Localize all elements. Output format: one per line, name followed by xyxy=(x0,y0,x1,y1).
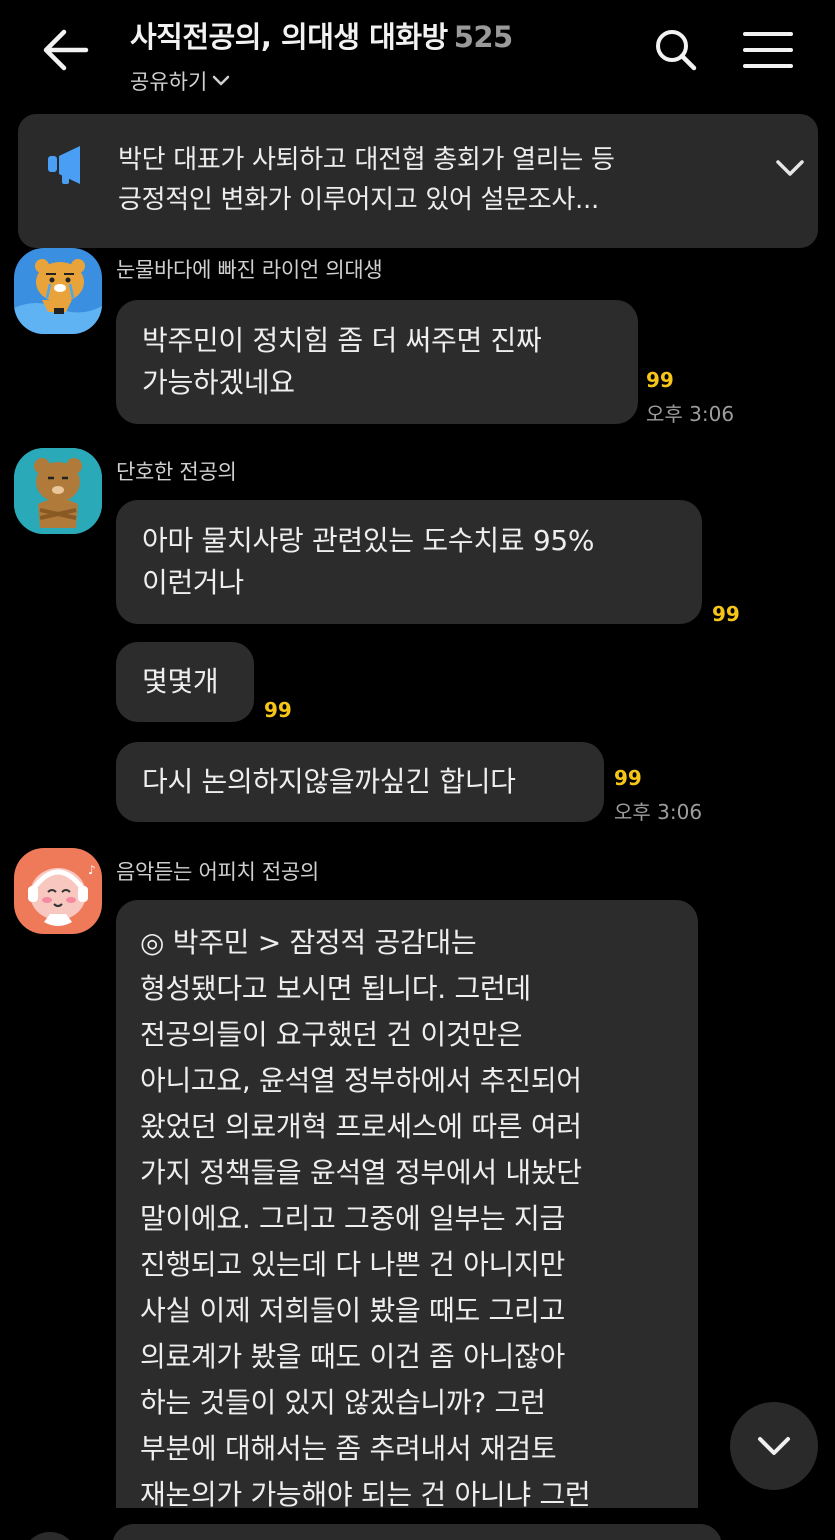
unread-count: 99 xyxy=(712,602,740,626)
message-text-line: 부분에 대해서는 좀 추려내서 재검토 xyxy=(140,1432,557,1465)
message-text-line: 진행되고 있는데 다 나쁜 건 아니지만 xyxy=(140,1248,565,1281)
input-bar xyxy=(0,1508,835,1540)
message-list[interactable]: 눈물바다에 빠진 라이언 의대생 박주민이 정치힘 좀 더 써주면 진짜 가능하… xyxy=(0,248,835,1508)
chat-title: 사직전공의, 의대생 대화방 525 xyxy=(130,14,513,56)
message-input[interactable] xyxy=(112,1524,722,1540)
chat-title-text: 사직전공의, 의대생 대화방 xyxy=(130,20,448,54)
sender-name: 단호한 전공의 xyxy=(116,460,237,484)
message-text-line: 이런거나 xyxy=(142,566,244,599)
avatar[interactable]: ♪ xyxy=(14,848,102,934)
avatar[interactable] xyxy=(14,448,102,534)
message-bubble[interactable]: 몇몇개 xyxy=(116,642,254,722)
ryan-avatar-icon xyxy=(14,248,102,334)
member-count: 525 xyxy=(453,20,514,54)
svg-text:♪: ♪ xyxy=(88,863,96,877)
sender-name: 음악듣는 어피치 전공의 xyxy=(116,860,319,884)
back-button[interactable] xyxy=(38,26,92,74)
message-text-line: 아마 물치사랑 관련있는 도수치료 95% xyxy=(142,524,595,557)
search-button[interactable] xyxy=(652,26,700,74)
hamburger-menu-icon xyxy=(743,32,793,68)
message-text: 몇몇개 xyxy=(142,665,219,698)
back-arrow-icon xyxy=(43,29,89,71)
share-label: 공유하기 xyxy=(130,70,208,94)
chevron-down-icon xyxy=(758,1437,790,1455)
share-dropdown[interactable]: 공유하기 xyxy=(130,66,513,96)
message-text-line: 가능하겠네요 xyxy=(142,366,295,399)
megaphone-icon xyxy=(48,146,80,184)
message-text-line: 왔었던 의료개혁 프로세스에 따른 여러 xyxy=(140,1110,582,1143)
unread-count: 99 xyxy=(614,766,642,790)
message-text-line: 말이에요. 그리고 그중에 일부는 지금 xyxy=(140,1202,565,1235)
notice-line: 박단 대표가 사퇴하고 대전협 총회가 열리는 등 xyxy=(118,145,615,175)
chat-title-area[interactable]: 사직전공의, 의대생 대화방 525 공유하기 xyxy=(130,14,513,96)
notice-banner[interactable]: 박단 대표가 사퇴하고 대전협 총회가 열리는 등 긍정적인 변화가 이루어지고… xyxy=(18,114,818,248)
message-text-line: 의료계가 봤을 때도 이건 좀 아니잖아 xyxy=(140,1340,565,1373)
message-text: 다시 논의하지않을까싶긴 합니다 xyxy=(142,765,516,798)
notice-text: 박단 대표가 사퇴하고 대전협 총회가 열리는 등 긍정적인 변화가 이루어지고… xyxy=(118,140,728,220)
message-text-line: 가지 정책들을 윤석열 정부에서 내놨단 xyxy=(140,1156,582,1189)
message-bubble[interactable]: ◎ 박주민 > 잠정적 공감대는 형성됐다고 보시면 됩니다. 그런데 전공의들… xyxy=(116,900,698,1508)
message-text-line: ◎ 박주민 > 잠정적 공감대는 xyxy=(140,926,477,959)
apeach-headphones-avatar-icon: ♪ xyxy=(14,848,102,934)
message-bubble[interactable]: 박주민이 정치힘 좀 더 써주면 진짜 가능하겠네요 xyxy=(116,300,638,424)
notice-line: 긍정적인 변화가 이루어지고 있어 설문조사... xyxy=(118,185,599,215)
message-text-line: 아니고요, 윤석열 정부하에서 추진되어 xyxy=(140,1064,582,1097)
avatar[interactable] xyxy=(14,248,102,334)
chevron-down-icon xyxy=(213,75,230,86)
search-icon xyxy=(656,30,697,71)
message-time: 오후 3:06 xyxy=(646,402,735,426)
message-text-line: 재논의가 가능해야 되는 건 아니냐 그런 xyxy=(140,1478,591,1508)
chat-header: 사직전공의, 의대생 대화방 525 공유하기 xyxy=(0,0,835,110)
message-text-line: 전공의들이 요구했던 건 이것만은 xyxy=(140,1018,523,1051)
attach-button[interactable] xyxy=(22,1532,78,1540)
ryan-crossed-arms-avatar-icon xyxy=(14,448,102,534)
scroll-to-bottom-button[interactable] xyxy=(730,1402,818,1490)
chevron-down-icon[interactable] xyxy=(770,154,810,184)
message-bubble[interactable]: 아마 물치사랑 관련있는 도수치료 95% 이런거나 xyxy=(116,500,702,624)
unread-count: 99 xyxy=(264,698,292,722)
sender-name: 눈물바다에 빠진 라이언 의대생 xyxy=(116,258,383,282)
message-text-line: 하는 것들이 있지 않겠습니까? 그런 xyxy=(140,1386,546,1419)
message-text-line: 형성됐다고 보시면 됩니다. 그런데 xyxy=(140,972,531,1005)
unread-count: 99 xyxy=(646,368,674,392)
message-text-line: 사실 이제 저희들이 봤을 때도 그리고 xyxy=(140,1294,565,1327)
message-bubble[interactable]: 다시 논의하지않을까싶긴 합니다 xyxy=(116,742,604,822)
menu-button[interactable] xyxy=(742,28,794,72)
message-text-line: 박주민이 정치힘 좀 더 써주면 진짜 xyxy=(142,324,542,357)
message-time: 오후 3:06 xyxy=(614,800,703,824)
